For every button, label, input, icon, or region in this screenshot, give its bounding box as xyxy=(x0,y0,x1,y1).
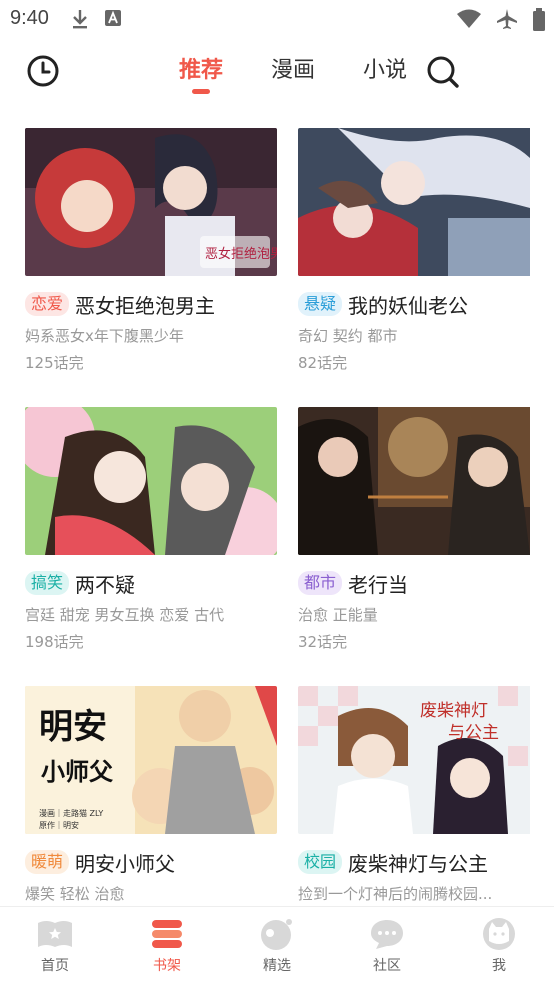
cover-credit-artist: 漫画｜走路猫 ZLY xyxy=(39,808,103,818)
wifi-icon xyxy=(457,9,481,28)
genre-tag: 悬疑 xyxy=(298,292,343,316)
home-book-icon xyxy=(38,921,72,947)
cover-credit-author: 原作｜明安 xyxy=(39,820,79,830)
comic-cover[interactable] xyxy=(25,407,277,555)
genre-tag: 恋爱 xyxy=(25,292,70,316)
font-a-icon xyxy=(105,10,121,26)
status-bar: 9:40 xyxy=(0,0,554,38)
comic-description: 爆笑 轻松 治愈 xyxy=(25,885,125,903)
genre-tag: 暖萌 xyxy=(25,850,70,874)
comic-description: 宫廷 甜宠 男女互换 恋爱 古代 xyxy=(25,606,225,624)
comic-cover[interactable] xyxy=(298,407,550,555)
genre-tag: 搞笑 xyxy=(25,571,70,595)
status-time: 9:40 xyxy=(10,7,49,29)
airplane-icon xyxy=(497,9,517,29)
nav-community[interactable]: 社区 xyxy=(347,917,427,975)
community-chat-icon xyxy=(371,920,403,949)
search-icon xyxy=(427,56,459,88)
history-button[interactable] xyxy=(26,54,60,88)
battery-icon xyxy=(533,8,545,31)
episode-count: 32话完 xyxy=(298,633,348,651)
tab-recommend[interactable]: 推荐 xyxy=(155,54,247,94)
nav-bookshelf[interactable]: 书架 xyxy=(127,917,207,975)
nav-featured[interactable]: 精选 xyxy=(237,917,317,975)
episode-count: 125话完 xyxy=(25,354,84,372)
comic-title: 我的妖仙老公 xyxy=(348,293,469,318)
comic-description: 捡到一个灯神后的闹腾校园... xyxy=(298,885,493,903)
search-button[interactable] xyxy=(425,54,461,90)
tab-comics[interactable]: 漫画 xyxy=(247,54,339,94)
comic-cover[interactable]: 废柴神灯 与公主 xyxy=(298,686,550,834)
cover-subtitle-text: 与公主 xyxy=(448,723,499,743)
nav-home[interactable]: 首页 xyxy=(15,917,95,975)
comic-title: 废柴神灯与公主 xyxy=(348,851,489,876)
top-navigation: 推荐 漫画 小说 xyxy=(0,40,554,106)
featured-planet-icon xyxy=(261,919,292,950)
bookshelf-icon xyxy=(152,920,182,948)
comic-cover[interactable] xyxy=(298,128,550,276)
comic-card[interactable]: 都市 老行当 治愈 正能量 32话完 xyxy=(298,407,550,652)
cover-subtitle-text: 小师父 xyxy=(41,758,114,786)
comic-description: 奇幻 契约 都市 xyxy=(298,327,398,345)
comic-title: 老行当 xyxy=(348,572,409,597)
comic-title: 恶女拒绝泡男主 xyxy=(75,293,216,318)
genre-tag: 都市 xyxy=(298,571,343,595)
comic-card[interactable]: 搞笑 两不疑 宫廷 甜宠 男女互换 恋爱 古代 198话完 xyxy=(25,407,277,652)
comic-description: 治愈 正能量 xyxy=(298,606,378,624)
episode-count: 198话完 xyxy=(25,633,84,651)
comic-title: 两不疑 xyxy=(75,572,136,597)
tab-novels[interactable]: 小说 xyxy=(339,54,431,94)
genre-tag: 校园 xyxy=(298,850,343,874)
nav-profile[interactable]: 我 xyxy=(459,917,539,975)
clock-icon xyxy=(27,55,59,87)
cover-title-text: 恶女拒绝泡男主 xyxy=(205,246,277,262)
comic-cover[interactable]: 明安 小师父 漫画｜走路猫 ZLY 原作｜明安 xyxy=(25,686,277,834)
bottom-navigation: 首页 书架 精选 社区 我 xyxy=(0,906,554,984)
comic-card[interactable]: 废柴神灯 与公主 校园 废柴神灯与公主 捡到一个灯神后的闹腾校园... xyxy=(298,686,550,904)
profile-cat-icon xyxy=(483,918,515,950)
comic-card[interactable]: 恶女拒绝泡男主 恋爱 恶女拒绝泡男主 妈系恶女x年下腹黑少年 125话完 xyxy=(25,128,277,373)
comic-cover[interactable]: 恶女拒绝泡男主 xyxy=(25,128,277,276)
cover-title-text: 废柴神灯 xyxy=(420,701,488,721)
comic-description: 妈系恶女x年下腹黑少年 xyxy=(25,327,184,345)
category-tabs: 推荐 漫画 小说 xyxy=(155,54,431,94)
episode-count: 82话完 xyxy=(298,354,348,372)
comic-card[interactable]: 悬疑 我的妖仙老公 奇幻 契约 都市 82话完 xyxy=(298,128,550,373)
comic-title: 明安小师父 xyxy=(75,851,176,876)
download-icon xyxy=(73,10,87,29)
cover-title-text: 明安 xyxy=(39,707,107,747)
comic-card[interactable]: 明安 小师父 漫画｜走路猫 ZLY 原作｜明安 暖萌 明安小师父 爆笑 轻松 治… xyxy=(25,686,277,904)
